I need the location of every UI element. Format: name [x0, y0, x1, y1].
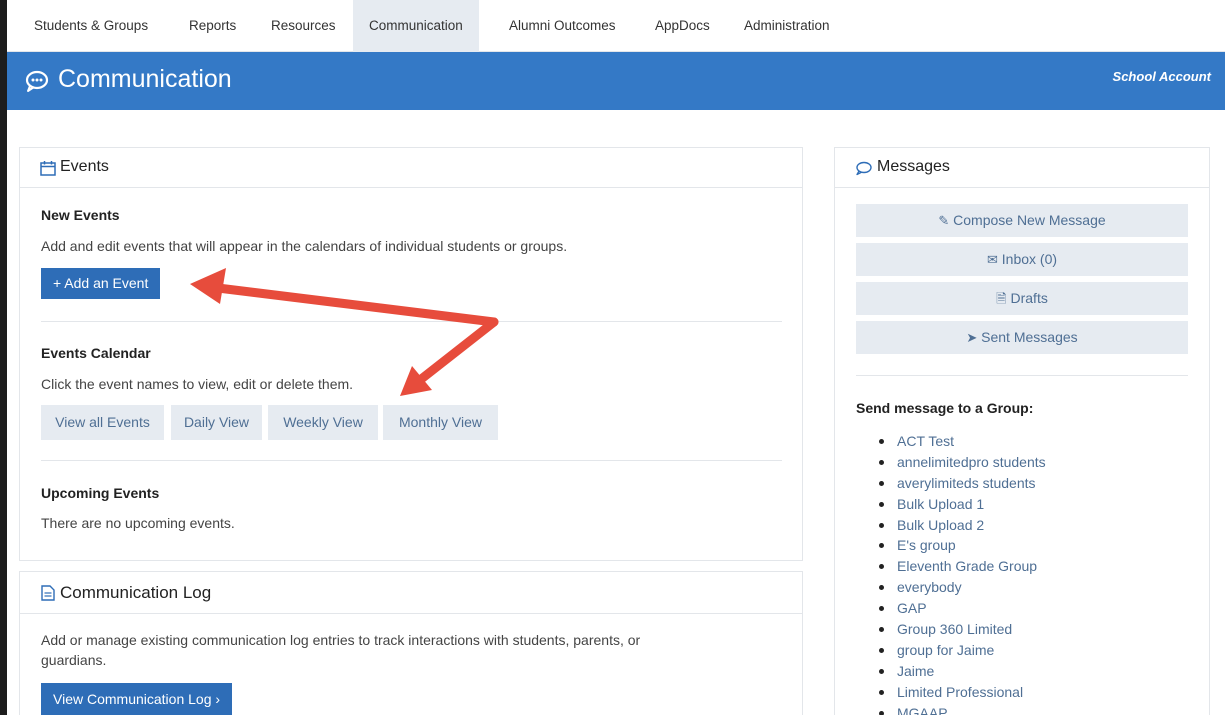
group-item[interactable]: Bulk Upload 1	[877, 494, 1046, 515]
events-calendar-heading: Events Calendar	[41, 345, 151, 361]
weekly-view-button[interactable]: Weekly View	[268, 405, 378, 440]
upcoming-events-text: There are no upcoming events.	[41, 515, 235, 531]
page-header: Communication School Account	[7, 52, 1225, 110]
new-events-heading: New Events	[41, 207, 120, 223]
nav-administration[interactable]: Administration	[732, 0, 842, 52]
envelope-icon: ✉	[986, 252, 998, 267]
nav-communication[interactable]: Communication	[353, 0, 479, 52]
view-communication-log-button[interactable]: View Communication Log ›	[41, 683, 233, 715]
group-item[interactable]: Limited Professional	[877, 682, 1046, 703]
daily-view-button[interactable]: Daily View	[171, 405, 262, 440]
events-calendar-description: Click the event names to view, edit or d…	[41, 376, 354, 392]
group-item[interactable]: ACT Test	[877, 431, 1046, 452]
group-item[interactable]: Group 360 Limited	[877, 619, 1046, 640]
view-all-events-button[interactable]: View all Events	[41, 405, 164, 440]
compose-label: Compose New Message	[953, 212, 1106, 228]
group-item[interactable]: MGAAP	[877, 703, 1046, 715]
communication-log-panel: Communication Log Add or manage existing…	[19, 571, 803, 715]
drafts-document-icon: 🗎	[996, 291, 1007, 306]
nav-appdocs[interactable]: AppDocs	[643, 0, 722, 52]
page-title: Communication	[58, 65, 232, 93]
events-panel-header: Events	[20, 148, 802, 188]
messages-panel-header: Messages	[835, 148, 1209, 188]
window-frame-edge	[0, 0, 7, 715]
speech-bubble-icon	[856, 161, 872, 176]
inbox-button[interactable]: ✉ Inbox (0)	[856, 243, 1188, 276]
add-event-button[interactable]: + Add an Event	[41, 268, 161, 299]
group-item[interactable]: annelimitedpro students	[877, 452, 1046, 473]
nav-students-groups[interactable]: Students & Groups	[7, 0, 168, 52]
sent-messages-button[interactable]: ➤ Sent Messages	[856, 321, 1188, 354]
group-item[interactable]: everybody	[877, 577, 1046, 598]
group-item[interactable]: Jaime	[877, 661, 1046, 682]
compose-icon: ✎	[938, 213, 950, 228]
communication-log-description-line2: guardians.	[41, 652, 107, 668]
communication-log-header: Communication Log	[20, 572, 802, 614]
top-navigation: Students & Groups Reports Resources Comm…	[7, 0, 1225, 52]
messages-panel-title: Messages	[877, 158, 950, 175]
communication-log-title: Communication Log	[60, 583, 212, 602]
communication-log-description-line1: Add or manage existing communication log…	[41, 632, 641, 648]
events-divider-2	[41, 460, 782, 461]
events-panel-title: Events	[60, 158, 109, 175]
monthly-view-button[interactable]: Monthly View	[383, 405, 498, 440]
group-item[interactable]: group for Jaime	[877, 640, 1046, 661]
inbox-label: Inbox (0)	[1001, 251, 1058, 267]
group-item[interactable]: GAP	[877, 598, 1046, 619]
account-label[interactable]: School Account	[1113, 69, 1211, 84]
nav-reports[interactable]: Reports	[177, 0, 248, 52]
group-item[interactable]: Eleventh Grade Group	[877, 556, 1046, 577]
group-send-heading: Send message to a Group:	[856, 400, 1034, 416]
upcoming-events-heading: Upcoming Events	[41, 485, 160, 501]
group-item[interactable]: Bulk Upload 2	[877, 515, 1046, 536]
group-item[interactable]: averylimiteds students	[877, 473, 1046, 494]
sent-label: Sent Messages	[981, 329, 1078, 345]
drafts-button[interactable]: 🗎 Drafts	[856, 282, 1188, 315]
new-events-description: Add and edit events that will appear in …	[41, 238, 568, 254]
messages-divider	[856, 375, 1188, 376]
drafts-label: Drafts	[1010, 290, 1048, 306]
messages-panel: Messages ✎ Compose New Message ✉ Inbox (…	[834, 147, 1210, 715]
group-item[interactable]: E's group	[877, 535, 1046, 556]
calendar-icon	[40, 161, 56, 176]
events-panel: Events New Events Add and edit events th…	[19, 147, 803, 561]
nav-resources[interactable]: Resources	[259, 0, 348, 52]
document-icon	[41, 585, 55, 601]
chat-bubble-icon	[25, 70, 49, 92]
events-divider-1	[41, 321, 782, 322]
group-list: ACT Test annelimitedpro students averyli…	[877, 431, 1046, 715]
nav-alumni-outcomes[interactable]: Alumni Outcomes	[497, 0, 628, 52]
paper-plane-icon: ➤	[966, 330, 978, 345]
compose-message-button[interactable]: ✎ Compose New Message	[856, 204, 1188, 237]
